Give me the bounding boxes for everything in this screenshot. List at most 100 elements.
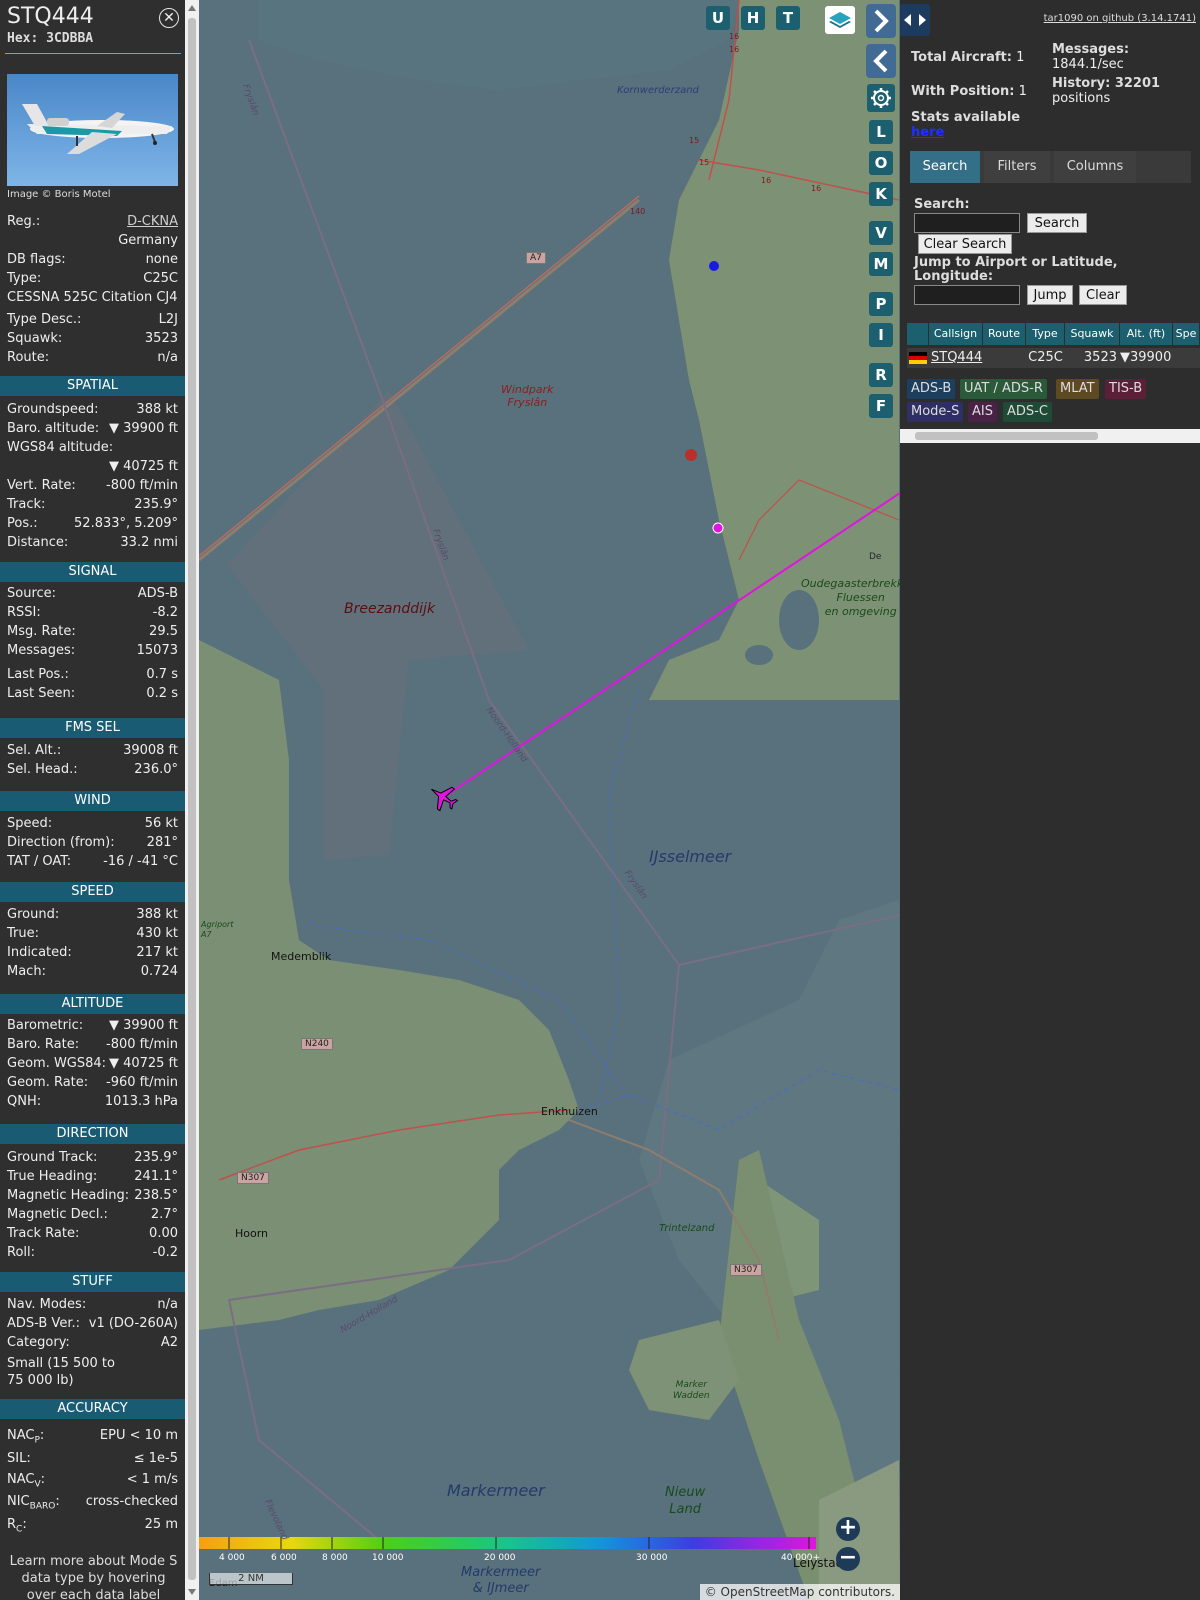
wind-label[interactable]: Speed: xyxy=(7,816,52,831)
accuracy-label[interactable]: NIC xyxy=(7,1494,30,1509)
speed-label[interactable]: Indicated: xyxy=(7,945,72,960)
signal-label[interactable]: Last Pos.: xyxy=(7,667,69,682)
table-header-type[interactable]: Type xyxy=(1026,323,1065,345)
source-chip-ais[interactable]: AIS xyxy=(968,402,997,422)
altitude-label[interactable]: Barometric: xyxy=(7,1018,83,1033)
wind-label[interactable]: TAT / OAT: xyxy=(7,854,71,869)
signal-label[interactable]: RSSI: xyxy=(7,605,41,620)
direction-label[interactable]: Ground Track: xyxy=(7,1150,97,1165)
altitude-label[interactable]: Geom. WGS84: xyxy=(7,1056,106,1071)
accuracy-label[interactable]: R xyxy=(7,1517,16,1532)
map-attribution[interactable]: © OpenStreetMap contributors. xyxy=(699,1584,900,1600)
table-header-speed[interactable]: Spe xyxy=(1173,323,1200,345)
scroll-thumb[interactable] xyxy=(188,18,196,1580)
next-aircraft-button[interactable] xyxy=(866,4,896,38)
toggle-sidebar-button[interactable] xyxy=(900,4,930,36)
clear-search-button[interactable]: Clear Search xyxy=(918,234,1012,254)
table-header-squawk[interactable]: Squawk xyxy=(1065,323,1120,345)
stuff-label[interactable]: Nav. Modes: xyxy=(7,1297,86,1312)
direction-label[interactable]: Magnetic Heading: xyxy=(7,1188,129,1203)
search-button[interactable]: Search xyxy=(1027,213,1087,233)
direction-label[interactable]: Track Rate: xyxy=(7,1226,79,1241)
direction-label[interactable]: True Heading: xyxy=(7,1169,97,1184)
spatial-label[interactable]: Vert. Rate: xyxy=(7,478,76,493)
signal-label[interactable]: Msg. Rate: xyxy=(7,624,76,639)
stats-here-link[interactable]: here xyxy=(911,125,944,140)
accuracy-label[interactable]: NAC xyxy=(7,1472,34,1487)
fms-value: 236.0° xyxy=(134,762,178,777)
scroll-up-arrow-icon[interactable] xyxy=(188,5,196,11)
close-info-button[interactable]: ✕ xyxy=(159,8,179,28)
jump-clear-button[interactable]: Clear xyxy=(1079,285,1127,305)
source-chip-mlat[interactable]: MLAT xyxy=(1056,379,1099,399)
button-k[interactable]: K xyxy=(869,182,893,206)
source-chip-adsc[interactable]: ADS-C xyxy=(1003,402,1052,422)
table-header-callsign[interactable]: Callsign xyxy=(929,323,983,345)
button-m[interactable]: M xyxy=(869,252,893,276)
speed-label[interactable]: True: xyxy=(7,926,39,941)
reg-link[interactable]: D-CKNA xyxy=(127,214,178,229)
altitude-label[interactable]: QNH: xyxy=(7,1094,41,1109)
spatial-label[interactable]: Baro. altitude: xyxy=(7,421,99,436)
fms-label[interactable]: Sel. Head.: xyxy=(7,762,78,777)
source-chip-tisb[interactable]: TIS-B xyxy=(1105,379,1147,399)
search-input[interactable] xyxy=(914,213,1020,233)
tab-columns[interactable]: Columns xyxy=(1054,151,1136,183)
aircraft-marker-icon[interactable] xyxy=(424,778,462,815)
zoom-in-button[interactable]: + xyxy=(836,1517,860,1541)
map-canvas[interactable] xyxy=(199,0,900,1600)
source-chip-adsb[interactable]: ADS-B xyxy=(907,379,956,399)
table-header-altitude[interactable]: Alt. (ft) xyxy=(1120,323,1173,345)
info-panel-scrollbar[interactable] xyxy=(185,0,199,1600)
hscroll-thumb[interactable] xyxy=(915,432,1098,440)
accuracy-label[interactable]: NAC xyxy=(7,1428,34,1443)
signal-label[interactable]: Messages: xyxy=(7,643,75,658)
button-f[interactable]: F xyxy=(869,394,893,418)
signal-label[interactable]: Last Seen: xyxy=(7,686,75,701)
spatial-label[interactable]: Track: xyxy=(7,497,45,512)
spatial-label[interactable]: Pos.: xyxy=(7,516,38,531)
source-chip-modes[interactable]: Mode-S xyxy=(907,402,964,422)
speed-label[interactable]: Ground: xyxy=(7,907,59,922)
previous-aircraft-button[interactable] xyxy=(866,44,896,78)
button-u[interactable]: U xyxy=(706,6,730,30)
layers-button[interactable] xyxy=(825,6,855,34)
fms-label[interactable]: Sel. Alt.: xyxy=(7,743,61,758)
total-aircraft: Total Aircraft: 1 xyxy=(911,50,1024,65)
spatial-label[interactable]: Distance: xyxy=(7,535,68,550)
tab-filters[interactable]: Filters xyxy=(984,151,1050,183)
button-h[interactable]: H xyxy=(741,6,765,30)
altitude-label[interactable]: Baro. Rate: xyxy=(7,1037,79,1052)
aircraft-photo[interactable] xyxy=(7,74,178,186)
scroll-down-arrow-icon[interactable] xyxy=(188,1589,196,1595)
table-horizontal-scrollbar[interactable] xyxy=(900,429,1200,443)
button-v[interactable]: V xyxy=(869,221,893,245)
jump-button[interactable]: Jump xyxy=(1027,285,1073,305)
stuff-label[interactable]: ADS-B Ver.: xyxy=(7,1316,80,1331)
speed-label[interactable]: Mach: xyxy=(7,964,46,979)
button-o[interactable]: O xyxy=(869,151,893,175)
spatial-label[interactable]: WGS84 altitude: xyxy=(7,440,113,455)
button-r[interactable]: R xyxy=(869,363,893,387)
button-i[interactable]: I xyxy=(869,323,893,347)
row-callsign[interactable]: STQ444 xyxy=(929,348,983,368)
github-link[interactable]: tar1090 on github (3.14.1741) xyxy=(1044,13,1196,24)
direction-label[interactable]: Magnetic Decl.: xyxy=(7,1207,108,1222)
jump-input[interactable] xyxy=(914,285,1020,305)
direction-label[interactable]: Roll: xyxy=(7,1245,35,1260)
zoom-out-button[interactable]: − xyxy=(836,1547,860,1571)
spatial-label[interactable]: Groundspeed: xyxy=(7,402,98,417)
settings-button[interactable] xyxy=(867,84,895,112)
button-p[interactable]: P xyxy=(869,292,893,316)
signal-label[interactable]: Source: xyxy=(7,586,56,601)
accuracy-label[interactable]: SIL: xyxy=(7,1451,31,1466)
tab-search[interactable]: Search xyxy=(910,151,980,183)
button-t[interactable]: T xyxy=(776,6,800,30)
table-header-route[interactable]: Route xyxy=(983,323,1026,345)
altitude-label[interactable]: Geom. Rate: xyxy=(7,1075,88,1090)
button-l[interactable]: L xyxy=(869,120,893,144)
map-view[interactable]: Windpark Fryslân Breezanddijk IJsselmeer … xyxy=(199,0,900,1600)
wind-label[interactable]: Direction (from): xyxy=(7,835,115,850)
source-chip-uat[interactable]: UAT / ADS-R xyxy=(960,379,1047,399)
stuff-label[interactable]: Category: xyxy=(7,1335,70,1350)
